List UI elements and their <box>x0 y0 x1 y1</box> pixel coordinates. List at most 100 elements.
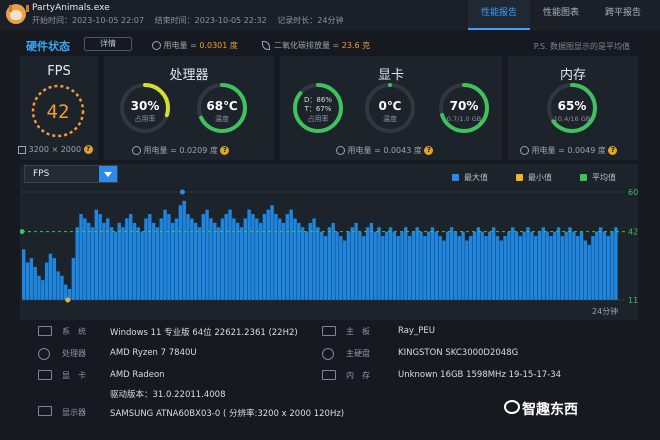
fps-bar <box>182 200 186 300</box>
gpu-memory-value: 70% <box>450 99 479 113</box>
legend-max: 最大值 <box>452 172 488 183</box>
tab-performance-report[interactable]: 性能报告 <box>468 0 530 30</box>
fps-bar <box>132 222 137 300</box>
os-value: Windows 11 专业版 64位 22621.2361 (22H2) <box>110 328 298 338</box>
fps-bar <box>331 222 335 300</box>
fps-bar <box>285 214 290 300</box>
fps-bar <box>507 231 511 300</box>
windows-icon <box>38 326 52 336</box>
legend-min-swatch <box>516 174 523 181</box>
fps-bar <box>518 236 523 300</box>
average-note: P.S. 数据图显示的是平均值 <box>533 42 630 51</box>
fps-bar <box>98 214 102 300</box>
fps-bar <box>511 227 515 300</box>
fps-bar <box>564 231 568 300</box>
legend-max-swatch <box>452 174 459 181</box>
help-icon[interactable]: ? <box>424 146 434 155</box>
fps-bar <box>128 214 133 300</box>
avg-point <box>20 229 25 235</box>
cpu-icon <box>38 348 50 360</box>
fps-bar <box>320 231 324 300</box>
fps-bar <box>155 227 160 300</box>
fps-bar <box>323 236 328 300</box>
cpu-temp-gauge: 68℃ 温度 <box>197 83 247 133</box>
fps-bar <box>430 227 435 300</box>
disk-label: 主硬盘 <box>346 349 370 358</box>
gpu-temp-value: 0℃ <box>379 99 402 113</box>
memory-power-usage: 用电量 = 0.0049 度 <box>531 146 606 155</box>
fps-bar <box>358 231 362 300</box>
fps-bar <box>79 214 83 300</box>
fps-bar <box>335 231 339 300</box>
fps-bar <box>90 227 95 300</box>
fps-bar <box>151 222 156 300</box>
fps-bar <box>449 227 454 300</box>
fps-bar <box>247 209 251 300</box>
monitor-icon <box>38 406 52 416</box>
fps-bar <box>266 209 270 300</box>
fps-resolution-row: 3200 × 2000 ? <box>18 145 93 154</box>
tab-performance-chart[interactable]: 性能图表 <box>530 0 592 30</box>
fps-bar <box>469 236 473 300</box>
max-point <box>179 189 185 195</box>
tab-cross-report[interactable]: 跨平报告 <box>592 0 654 30</box>
fps-bar <box>312 218 316 300</box>
fps-bar <box>549 236 553 300</box>
fps-value: 42 <box>47 101 70 123</box>
fps-bar <box>193 222 198 300</box>
fps-bar <box>144 218 148 300</box>
fps-bar <box>228 209 232 300</box>
fps-bar <box>583 240 588 300</box>
gpu-usage-gauge: D：86% T：67% 占用率 <box>293 83 343 133</box>
metric-select[interactable]: FPS <box>24 165 118 183</box>
fps-bar <box>610 231 614 300</box>
memory-power-row: 用电量 = 0.0049 度 ? <box>520 145 618 156</box>
fps-bar <box>396 236 400 300</box>
help-icon[interactable]: ? <box>608 146 618 155</box>
duration: 记录时长：24分钟 <box>277 16 344 25</box>
avg-value-label: 42.02 <box>628 228 638 237</box>
fps-bar <box>568 227 572 300</box>
legend-avg-swatch <box>580 174 587 181</box>
fps-resolution: 3200 × 2000 <box>28 145 82 154</box>
power-icon <box>132 146 141 155</box>
help-icon[interactable]: ? <box>220 146 230 155</box>
monitor-label: 显示器 <box>62 408 86 417</box>
fps-bar <box>365 227 370 300</box>
fps-bar <box>598 227 603 300</box>
motherboard-value: Ray_PEU <box>398 326 435 336</box>
fps-bar <box>163 209 167 300</box>
gpu-usage-label: 占用率 <box>308 114 329 123</box>
memory-value: 65% <box>558 99 587 113</box>
power-icon <box>520 146 529 155</box>
gpu-power-row: 用电量 = 0.0043 度 ? <box>336 145 434 156</box>
fps-bar <box>614 227 618 300</box>
fps-bar <box>186 214 190 300</box>
fps-bar <box>297 222 301 300</box>
cpu-value: AMD Ryzen 7 7840U <box>110 348 197 358</box>
fps-bar <box>545 231 549 300</box>
fps-bar <box>488 231 492 300</box>
detail-button[interactable]: 详情 <box>84 37 132 51</box>
fps-bar <box>472 231 477 300</box>
app-icon <box>6 4 29 24</box>
fps-bar <box>270 205 274 300</box>
cpu-usage-label: 占用率 <box>135 114 156 123</box>
watermark: 智趣东西 <box>522 402 578 418</box>
fps-bar <box>44 262 49 300</box>
fps-bar <box>29 258 34 300</box>
chevron-down-icon[interactable] <box>99 166 117 182</box>
fps-bar <box>125 218 129 300</box>
fps-bar <box>438 236 442 300</box>
help-icon[interactable]: ? <box>83 145 93 154</box>
fps-bar <box>404 227 408 300</box>
fps-bar <box>453 231 458 300</box>
fps-bar <box>392 231 397 300</box>
app-name: PartyAnimals.exe <box>32 3 110 13</box>
co2-emission: 二氧化碳排放量 = 23.6 克 <box>262 40 370 51</box>
fps-bar <box>300 227 305 300</box>
fps-bar <box>350 227 354 300</box>
fps-bars <box>22 200 618 300</box>
fps-bar <box>235 222 240 300</box>
legend-max-label: 最大值 <box>464 173 488 182</box>
